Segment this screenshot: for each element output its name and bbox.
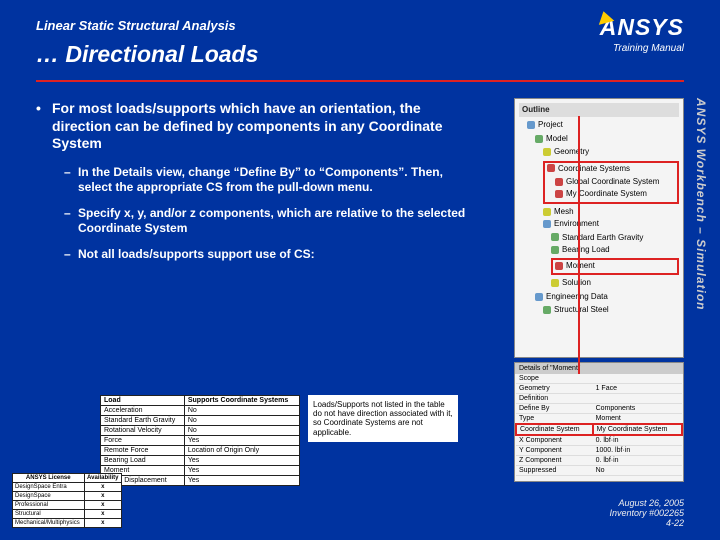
env-icon [543,220,551,228]
table-row: Standard Earth GravityNo [101,416,300,426]
tree-cs-global: Global Coordinate System [555,176,675,188]
table-row: Professionalx [13,501,122,510]
table-row: Definition [516,394,682,404]
slide-title: … Directional Loads [36,41,684,68]
footer-date: August 26, 2005 [609,498,684,508]
table-row: ForceYes [101,436,300,446]
table-row: DesignSpacex [13,492,122,501]
table-row: DesignSpace Entrax [13,483,122,492]
note-box: Loads/Supports not listed in the table d… [308,395,458,442]
logo-text: ANSYS [600,14,684,41]
tree-environment: Environment Standard Earth Gravity Beari… [543,218,679,290]
footer-inventory: Inventory #002265 [609,508,684,518]
tree-env-gravity: Standard Earth Gravity [551,232,679,244]
tree-project: Project Model Geometry Coordinate System… [527,119,679,318]
cs-item-icon [555,190,563,198]
slide-footer: August 26, 2005 Inventory #002265 4-22 [609,498,684,528]
tree-env-solution: Solution [551,277,679,289]
table-row: Geometry1 Face [516,384,682,394]
table-row: TypeMoment [516,414,682,425]
details-panel: Details of "Moment" ScopeGeometry1 FaceD… [514,362,684,482]
table-row: Bearing LoadYes [101,456,300,466]
content-area: For most loads/supports which have an or… [36,100,466,272]
logo-block: ANSYS Training Manual [600,14,684,54]
cs-icon [547,164,555,172]
logo-subtitle: Training Manual [600,43,684,54]
table-row: X Component0. lbf·in [516,435,682,446]
callout-line [578,116,580,374]
license-table: ANSYS License Availability DesignSpace E… [12,473,122,528]
lic-col-name: ANSYS License [13,474,85,483]
supertitle: Linear Static Structural Analysis [36,18,684,33]
material-icon [543,306,551,314]
tree-cs-my: My Coordinate System [555,188,675,200]
table-row: MomentYes [101,466,300,476]
geometry-icon [543,148,551,156]
table-row: Mechanical/Multiphysicsx [13,519,122,528]
table-row: Given DisplacementYes [101,476,300,486]
solution-icon [551,279,559,287]
moment-icon [555,262,563,270]
details-header: Details of "Moment" [515,363,683,374]
tree-geometry: Geometry [543,146,679,158]
table-row: SuppressedNo [516,466,682,476]
sub-bullet-3: Not all loads/supports support use of CS… [64,247,466,263]
support-col-load: Load [101,396,185,406]
header-divider [36,80,684,82]
table-row: Y Component1000. lbf·in [516,446,682,456]
outline-header: Outline [519,103,679,117]
outline-tree-panel: Outline Project Model Geometry Coordinat… [514,98,684,358]
support-table: Load Supports Coordinate Systems Acceler… [100,395,300,486]
sub-bullet-2: Specify x, y, and/or z components, which… [64,206,466,237]
tree-engdata: Engineering Data Structural Steel [535,291,679,318]
support-col-cs: Supports Coordinate Systems [184,396,299,406]
tree-env-bearing: Bearing Load [551,244,679,256]
model-icon [535,135,543,143]
tree-material: Structural Steel [543,304,679,316]
tree-env-moment: Moment [551,258,679,274]
table-row: AccelerationNo [101,406,300,416]
table-row: Z Component0. lbf·in [516,456,682,466]
table-row: Scope [516,374,682,384]
sub-bullet-list: In the Details view, change “Define By” … [36,165,466,263]
main-bullet: For most loads/supports which have an or… [36,100,466,153]
table-row: Remote ForceLocation of Origin Only [101,446,300,456]
table-row: Define ByComponents [516,404,682,414]
engdata-icon [535,293,543,301]
tree-coord-systems-box: Coordinate Systems Global Coordinate Sys… [543,161,679,204]
load-icon [551,246,559,254]
table-row: Coordinate SystemMy Coordinate System [516,424,682,435]
project-icon [527,121,535,129]
cs-item-icon [555,178,563,186]
load-icon [551,233,559,241]
side-watermark: ANSYS Workbench – Simulation [692,98,710,428]
lic-col-avail: Availability [84,474,121,483]
slide-header: Linear Static Structural Analysis … Dire… [0,0,720,76]
sub-bullet-1: In the Details view, change “Define By” … [64,165,466,196]
tree-model: Model Geometry Coordinate Systems Global… [535,133,679,291]
mesh-icon [543,208,551,216]
table-row: Rotational VelocityNo [101,426,300,436]
footer-page: 4-22 [609,518,684,528]
tree-mesh: Mesh [543,206,679,218]
details-table: ScopeGeometry1 FaceDefinitionDefine ByCo… [515,374,683,476]
table-row: Structuralx [13,510,122,519]
